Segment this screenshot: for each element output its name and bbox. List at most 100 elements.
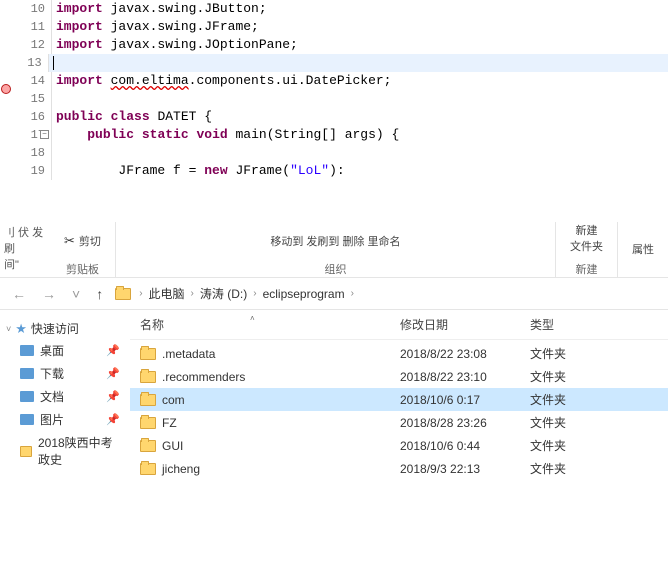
line-number: 14: [14, 72, 52, 90]
sidebar-item[interactable]: 文档 📌: [6, 385, 124, 408]
pin-icon: 📌: [106, 344, 120, 357]
line-number: 18: [14, 144, 52, 162]
sidebar-item[interactable]: 图片 📌: [6, 408, 124, 431]
ribbon-group-clipboard: ✂ 剪切 剪贴板: [50, 222, 116, 277]
fold-icon[interactable]: −: [40, 130, 49, 139]
explorer-main: ˅ ★ 快速访问 桌面 📌 下载📌 文档 📌 图片 📌 2018陕西中考政史 名称 ˄ 修改日…: [0, 310, 668, 480]
new-folder-label: 文件夹: [570, 238, 603, 254]
line-number: 12: [14, 36, 52, 54]
nav-back-icon[interactable]: ←: [8, 286, 30, 302]
code-content[interactable]: public class DATET {: [52, 108, 212, 126]
pin-icon: 📌: [106, 390, 120, 403]
code-content[interactable]: import javax.swing.JOptionPane;: [52, 36, 298, 54]
sidebar-item-label: 下载: [40, 365, 64, 382]
scissors-icon: ✂: [64, 233, 75, 249]
file-type: 文件夹: [530, 437, 610, 454]
breadcrumb[interactable]: ›此电脑›涛涛 (D:)›eclipseprogram›: [139, 285, 354, 302]
sidebar-item[interactable]: 桌面 📌: [6, 339, 124, 362]
ribbon-group-new: 新建 文件夹 新建: [556, 222, 618, 277]
sidebar-item-label: 文档: [40, 388, 64, 405]
sidebar: ˅ ★ 快速访问 桌面 📌 下载📌 文档 📌 图片 📌 2018陕西中考政史: [0, 310, 130, 480]
folder-icon: [20, 446, 32, 457]
sidebar-quick-access[interactable]: ˅ ★ 快速访问: [6, 318, 124, 339]
cut-label: 剪切: [79, 233, 101, 249]
sidebar-item[interactable]: 下载📌: [6, 362, 124, 385]
ribbon-group-props: 属性: [618, 222, 668, 277]
code-content[interactable]: import com.eltima.components.ui.DatePick…: [52, 72, 391, 90]
code-line[interactable]: 15: [0, 90, 668, 108]
folder-icon: [140, 463, 156, 475]
file-row[interactable]: jicheng2018/9/3 22:13文件夹: [130, 457, 668, 480]
breadcrumb-bar: ← → ˅ ↑ ›此电脑›涛涛 (D:)›eclipseprogram›: [0, 278, 668, 310]
chevron-right-icon: ›: [191, 288, 194, 299]
desktop-icon: [20, 345, 34, 356]
nav-history-icon[interactable]: ˅: [68, 286, 84, 302]
line-number: 19: [14, 162, 52, 180]
download-icon: [20, 368, 34, 379]
code-line[interactable]: 17− public static void main(String[] arg…: [0, 126, 668, 144]
properties-button[interactable]: 属性: [632, 241, 654, 257]
cut-button[interactable]: ✂ 剪切: [64, 233, 101, 249]
ribbon-group-label: 新建: [576, 261, 598, 277]
code-line[interactable]: 10import javax.swing.JButton;: [0, 0, 668, 18]
file-name: FZ: [162, 416, 177, 430]
folder-icon: [140, 371, 156, 383]
col-header-type[interactable]: 类型: [530, 316, 610, 333]
line-number: 13: [13, 54, 49, 72]
code-content[interactable]: public static void main(String[] args) {: [52, 126, 399, 144]
file-name: jicheng: [162, 462, 200, 476]
error-icon: [1, 84, 11, 94]
sidebar-item[interactable]: 2018陕西中考政史: [6, 431, 124, 471]
breadcrumb-item[interactable]: eclipseprogram: [263, 287, 345, 301]
pin-icon: 📌: [106, 413, 120, 426]
breadcrumb-item[interactable]: 涛涛 (D:): [200, 285, 247, 302]
code-content[interactable]: import javax.swing.JFrame;: [52, 18, 259, 36]
code-line[interactable]: 14import com.eltima.components.ui.DatePi…: [0, 72, 668, 90]
organize-items[interactable]: 移动到 发刷到 删除 里命名: [270, 233, 400, 249]
code-line[interactable]: 16public class DATET {: [0, 108, 668, 126]
code-line[interactable]: 19 JFrame f = new JFrame("LoL"):: [0, 162, 668, 180]
folder-icon: [115, 288, 131, 300]
file-name: com: [162, 393, 185, 407]
sidebar-item-label: 图片: [40, 411, 64, 428]
text-cursor: [53, 56, 54, 70]
ribbon-group-label: 组织: [324, 261, 346, 277]
new-label[interactable]: 新建: [576, 222, 598, 238]
doc-icon: [20, 391, 34, 402]
code-line[interactable]: 11import javax.swing.JFrame;: [0, 18, 668, 36]
ribbon-group-label: 剪贴板: [66, 261, 99, 277]
code-editor[interactable]: 10import javax.swing.JButton;11import ja…: [0, 0, 668, 180]
ribbon: 刂 伏 发刷 间" ✂ 剪切 剪贴板 移动到 发刷到 删除 里命名 组织 新建 …: [0, 220, 668, 278]
file-type: 文件夹: [530, 345, 610, 362]
ribbon-left: 刂 伏 发刷 间": [0, 222, 50, 277]
code-line[interactable]: 12import javax.swing.JOptionPane;: [0, 36, 668, 54]
file-date: 2018/8/22 23:08: [400, 347, 530, 361]
star-icon: ★: [15, 321, 27, 337]
code-content[interactable]: [49, 54, 668, 72]
code-line[interactable]: 18: [0, 144, 668, 162]
code-content[interactable]: JFrame f = new JFrame("LoL"):: [52, 162, 345, 180]
file-row[interactable]: com2018/10/6 0:17文件夹: [130, 388, 668, 411]
line-number: 17−: [14, 126, 52, 144]
file-type: 文件夹: [530, 368, 610, 385]
file-row[interactable]: FZ2018/8/28 23:26文件夹: [130, 411, 668, 434]
sort-caret-icon: ˄: [250, 314, 255, 323]
file-name: .metadata: [162, 347, 215, 361]
file-row[interactable]: .recommenders2018/8/22 23:10文件夹: [130, 365, 668, 388]
chevron-right-icon: ›: [351, 288, 354, 299]
file-row[interactable]: .metadata 2018/8/22 23:08文件夹: [130, 342, 668, 365]
breadcrumb-item[interactable]: 此电脑: [149, 285, 185, 302]
file-explorer: 刂 伏 发刷 间" ✂ 剪切 剪贴板 移动到 发刷到 删除 里命名 组织 新建 …: [0, 220, 668, 480]
quick-access-label: 快速访问: [31, 320, 79, 337]
file-row[interactable]: GUI2018/10/6 0:44文件夹: [130, 434, 668, 457]
code-content[interactable]: import javax.swing.JButton;: [52, 0, 267, 18]
nav-up-icon[interactable]: ↑: [92, 286, 107, 302]
list-header[interactable]: 名称 ˄ 修改日期 类型: [130, 310, 668, 340]
code-line[interactable]: 13: [0, 54, 668, 72]
nav-forward-icon[interactable]: →: [38, 286, 60, 302]
sidebar-item-label: 桌面: [40, 342, 64, 359]
folder-icon: [140, 417, 156, 429]
col-header-name[interactable]: 名称 ˄: [130, 316, 400, 333]
col-header-date[interactable]: 修改日期: [400, 316, 530, 333]
file-date: 2018/9/3 22:13: [400, 462, 530, 476]
